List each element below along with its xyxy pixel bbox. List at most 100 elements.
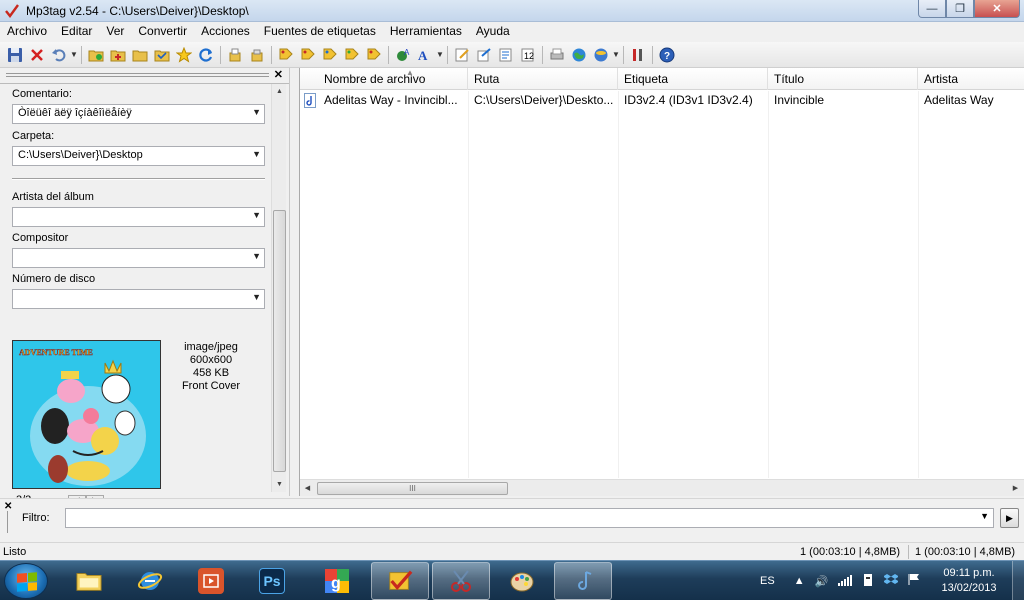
toolbar: ▼ A A ▼ 12 ▼ ? bbox=[0, 42, 1024, 68]
dropbox-icon[interactable] bbox=[883, 573, 900, 589]
taskbar-file-explorer[interactable] bbox=[60, 562, 118, 600]
menu-ayuda[interactable]: Ayuda bbox=[469, 22, 517, 41]
chevron-down-icon[interactable]: ▼ bbox=[980, 511, 989, 521]
save-icon[interactable] bbox=[4, 44, 26, 66]
folder-field[interactable]: C:\Users\Deiver}\Desktop ▼ bbox=[12, 146, 265, 166]
scrollbar-thumb[interactable] bbox=[273, 210, 286, 472]
taskbar-mp3tag[interactable] bbox=[371, 562, 429, 600]
change-directory-icon[interactable] bbox=[85, 44, 107, 66]
scroll-down-icon[interactable]: ▼ bbox=[272, 477, 287, 492]
maximize-button[interactable]: ❐ bbox=[946, 0, 974, 18]
minimize-button[interactable]: — bbox=[918, 0, 946, 18]
tag-panel-scrollbar[interactable]: ▲ ▼ bbox=[271, 84, 286, 492]
tools-icon[interactable] bbox=[627, 44, 649, 66]
chevron-down-icon[interactable]: ▼ bbox=[252, 107, 261, 117]
folder-icon[interactable] bbox=[129, 44, 151, 66]
filter-grip[interactable] bbox=[7, 511, 9, 533]
menu-fuentes-de-etiquetas[interactable]: Fuentes de etiquetas bbox=[257, 22, 383, 41]
chevron-down-icon[interactable]: ▼ bbox=[252, 292, 261, 302]
taskbar-photoshop[interactable]: Ps bbox=[243, 562, 301, 600]
folder-icon bbox=[76, 568, 102, 594]
menu-acciones[interactable]: Acciones bbox=[194, 22, 257, 41]
text-file-to-tag-icon[interactable] bbox=[341, 44, 363, 66]
action-center-flag-icon[interactable] bbox=[908, 573, 920, 589]
tag-to-tag-icon[interactable] bbox=[363, 44, 385, 66]
paste-icon[interactable] bbox=[246, 44, 268, 66]
apply-filter-button[interactable]: ▶ bbox=[1000, 508, 1019, 528]
disc-number-field[interactable]: ▼ bbox=[12, 289, 265, 309]
menu-archivo[interactable]: Archivo bbox=[0, 22, 54, 41]
numbering-icon[interactable]: 12 bbox=[517, 44, 539, 66]
table-row[interactable]: Adelitas Way - Invincibl... C:\Users\Dei… bbox=[300, 91, 1024, 110]
hscrollbar-thumb[interactable]: III bbox=[317, 482, 508, 495]
cover-art[interactable]: ADVENTURE TIME bbox=[12, 340, 161, 489]
composer-field[interactable]: ▼ bbox=[12, 248, 265, 268]
album-artist-field[interactable]: ▼ bbox=[12, 207, 265, 227]
edit-icon[interactable] bbox=[451, 44, 473, 66]
network-signal-icon[interactable] bbox=[838, 574, 853, 589]
device-icon[interactable] bbox=[862, 573, 874, 590]
folder-value: C:\Users\Deiver}\Desktop bbox=[18, 149, 143, 161]
column-tag[interactable]: Etiqueta bbox=[618, 68, 768, 90]
comment-field[interactable]: Òîëüêî äëÿ îçíàêîìëåíèÿ ▼ bbox=[12, 104, 265, 124]
filename-to-tag-icon[interactable] bbox=[297, 44, 319, 66]
menu-editar[interactable]: Editar bbox=[54, 22, 99, 41]
freedb-icon[interactable] bbox=[590, 44, 612, 66]
undo-dropdown-icon[interactable]: ▼ bbox=[70, 50, 78, 59]
export-icon[interactable] bbox=[473, 44, 495, 66]
copy-icon[interactable] bbox=[224, 44, 246, 66]
toolbar-separator bbox=[81, 45, 82, 64]
taskbar-media-player[interactable] bbox=[182, 562, 240, 600]
panel-grip[interactable] bbox=[6, 73, 269, 77]
add-directory-icon[interactable] bbox=[107, 44, 129, 66]
taskbar-snipping-tool[interactable] bbox=[432, 562, 490, 600]
chevron-down-icon[interactable]: ▼ bbox=[252, 251, 261, 261]
scissors-icon bbox=[448, 568, 474, 594]
web-sources-icon[interactable] bbox=[568, 44, 590, 66]
scroll-right-icon[interactable]: ▶ bbox=[1008, 480, 1023, 497]
undo-icon[interactable] bbox=[48, 44, 70, 66]
help-icon[interactable]: ? bbox=[656, 44, 678, 66]
filename-to-filename-icon[interactable] bbox=[319, 44, 341, 66]
start-button[interactable] bbox=[4, 563, 48, 599]
panel-splitter[interactable] bbox=[292, 68, 298, 496]
scroll-left-icon[interactable]: ◀ bbox=[300, 480, 315, 497]
audio-file-icon bbox=[304, 93, 316, 111]
column-path[interactable]: Ruta bbox=[468, 68, 618, 90]
file-list-hscrollbar[interactable]: ◀ III ▶ bbox=[300, 479, 1024, 496]
print-icon[interactable] bbox=[546, 44, 568, 66]
chevron-down-icon[interactable]: ▼ bbox=[252, 149, 261, 159]
volume-icon[interactable]: 🔊 bbox=[815, 575, 829, 588]
menu-ver[interactable]: Ver bbox=[99, 22, 131, 41]
column-title[interactable]: Título bbox=[768, 68, 918, 90]
column-filename[interactable]: ▲ Nombre de archivo bbox=[318, 68, 468, 90]
show-hidden-icons-icon[interactable]: ▲ bbox=[794, 575, 805, 587]
playlist-icon[interactable] bbox=[495, 44, 517, 66]
tag-to-filename-icon[interactable] bbox=[275, 44, 297, 66]
taskbar-internet-explorer[interactable] bbox=[121, 562, 179, 600]
language-indicator[interactable]: ES bbox=[760, 575, 775, 587]
taskbar-google-chrome[interactable]: g bbox=[308, 562, 366, 600]
actions-quick-icon[interactable]: A bbox=[414, 44, 436, 66]
close-button[interactable]: ✕ bbox=[974, 0, 1020, 18]
web-sources-dropdown-icon[interactable]: ▼ bbox=[612, 50, 620, 59]
actions-dropdown-icon[interactable]: ▼ bbox=[436, 50, 444, 59]
toolbar-separator bbox=[652, 45, 653, 64]
close-panel-icon[interactable]: ✕ bbox=[274, 68, 283, 81]
scroll-up-icon[interactable]: ▲ bbox=[272, 84, 287, 99]
chevron-down-icon[interactable]: ▼ bbox=[252, 210, 261, 220]
taskbar-paint[interactable] bbox=[493, 562, 551, 600]
taskbar-clock[interactable]: 09:11 p.m. 13/02/2013 bbox=[930, 566, 1008, 596]
status-selected: 1 (00:03:10 | 4,8MB) bbox=[800, 546, 901, 558]
show-desktop-button[interactable] bbox=[1012, 561, 1024, 600]
taskbar-audio-app[interactable] bbox=[554, 562, 612, 600]
favorites-icon[interactable] bbox=[173, 44, 195, 66]
menu-convertir[interactable]: Convertir bbox=[131, 22, 194, 41]
menu-herramientas[interactable]: Herramientas bbox=[383, 22, 469, 41]
column-artist[interactable]: Artista bbox=[918, 68, 1024, 90]
filter-input[interactable]: ▼ bbox=[65, 508, 994, 528]
delete-icon[interactable] bbox=[26, 44, 48, 66]
music-note-icon bbox=[570, 568, 596, 594]
open-folder-icon[interactable] bbox=[151, 44, 173, 66]
refresh-icon[interactable] bbox=[195, 44, 217, 66]
